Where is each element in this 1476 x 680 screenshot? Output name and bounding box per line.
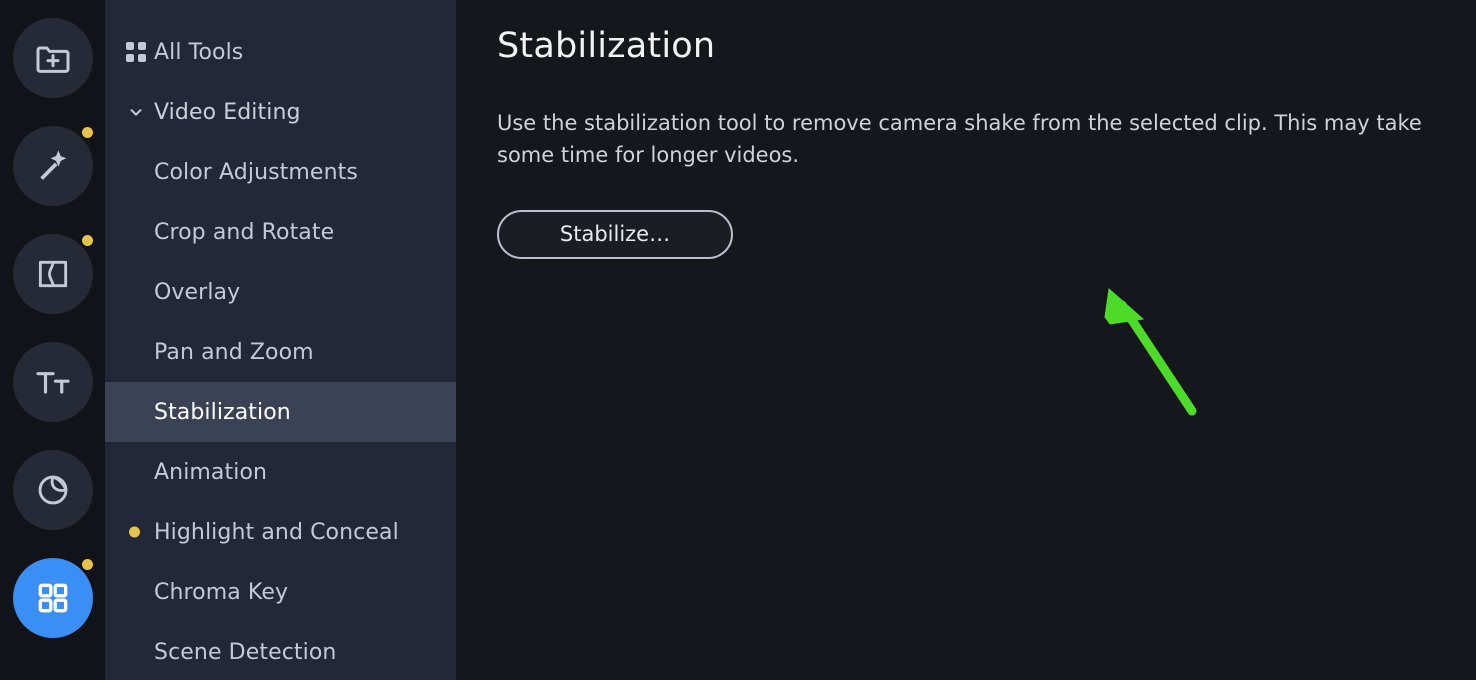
rail-button-titles[interactable] (12, 342, 93, 422)
sidebar-item-label: Overlay (154, 279, 241, 305)
magic-wand-icon (32, 145, 74, 187)
sidebar-item-animation[interactable]: Animation (105, 442, 456, 502)
rail-button-filters[interactable] (12, 450, 93, 530)
main-content: Stabilization Use the stabilization tool… (456, 0, 1476, 680)
green-arrow-annotation (1104, 288, 1197, 416)
rail-button-add-media[interactable] (12, 18, 93, 98)
sidebar-item-highlight-and-conceal[interactable]: Highlight and Conceal (105, 502, 456, 562)
sidebar-item-stabilization[interactable]: Stabilization (105, 382, 456, 442)
sidebar-item-crop-and-rotate[interactable]: Crop and Rotate (105, 202, 456, 262)
tool-rail (0, 0, 105, 680)
text-icon (33, 362, 73, 402)
chevron-down-icon (125, 101, 147, 123)
sidebar-item-label: Animation (154, 459, 268, 485)
rail-button-effects[interactable] (12, 126, 93, 206)
sidebar-item-label: Crop and Rotate (154, 219, 335, 245)
notification-badge (81, 559, 93, 570)
sidebar-item-all-tools[interactable]: All Tools (105, 22, 456, 82)
sidebar-item-label: Scene Detection (154, 639, 337, 665)
app-window: All Tools Video Editing Color Adjustment… (0, 0, 1476, 680)
tool-sidebar: All Tools Video Editing Color Adjustment… (105, 0, 456, 680)
sidebar-item-label: Color Adjustments (154, 159, 358, 185)
sidebar-item-chroma-key[interactable]: Chroma Key (105, 562, 456, 622)
notification-badge (81, 127, 93, 138)
grid-icon (125, 41, 147, 63)
sidebar-item-overlay[interactable]: Overlay (105, 262, 456, 322)
sidebar-group-video-editing[interactable]: Video Editing (105, 82, 456, 142)
sidebar-item-label: Pan and Zoom (154, 339, 314, 365)
sidebar-item-pan-and-zoom[interactable]: Pan and Zoom (105, 322, 456, 382)
grid-icon (34, 579, 72, 617)
stabilize-button[interactable]: Stabilize… (497, 209, 733, 259)
sidebar-item-scene-detection[interactable]: Scene Detection (105, 622, 456, 680)
folder-plus-icon (33, 38, 73, 78)
rail-button-transitions[interactable] (12, 234, 93, 314)
sidebar-group-label: Video Editing (154, 99, 301, 125)
color-filter-icon (34, 471, 72, 509)
sidebar-item-label: Highlight and Conceal (154, 519, 399, 545)
rail-button-all-tools[interactable] (12, 558, 93, 638)
notification-badge (129, 526, 140, 538)
page-title: Stabilization (497, 26, 716, 66)
sidebar-item-label: Chroma Key (154, 579, 289, 605)
notification-badge (81, 235, 93, 246)
tool-description: Use the stabilization tool to remove cam… (497, 111, 1422, 167)
sidebar-item-color-adjustments[interactable]: Color Adjustments (105, 142, 456, 202)
sidebar-item-label: Stabilization (154, 399, 291, 425)
transition-icon (34, 255, 72, 293)
